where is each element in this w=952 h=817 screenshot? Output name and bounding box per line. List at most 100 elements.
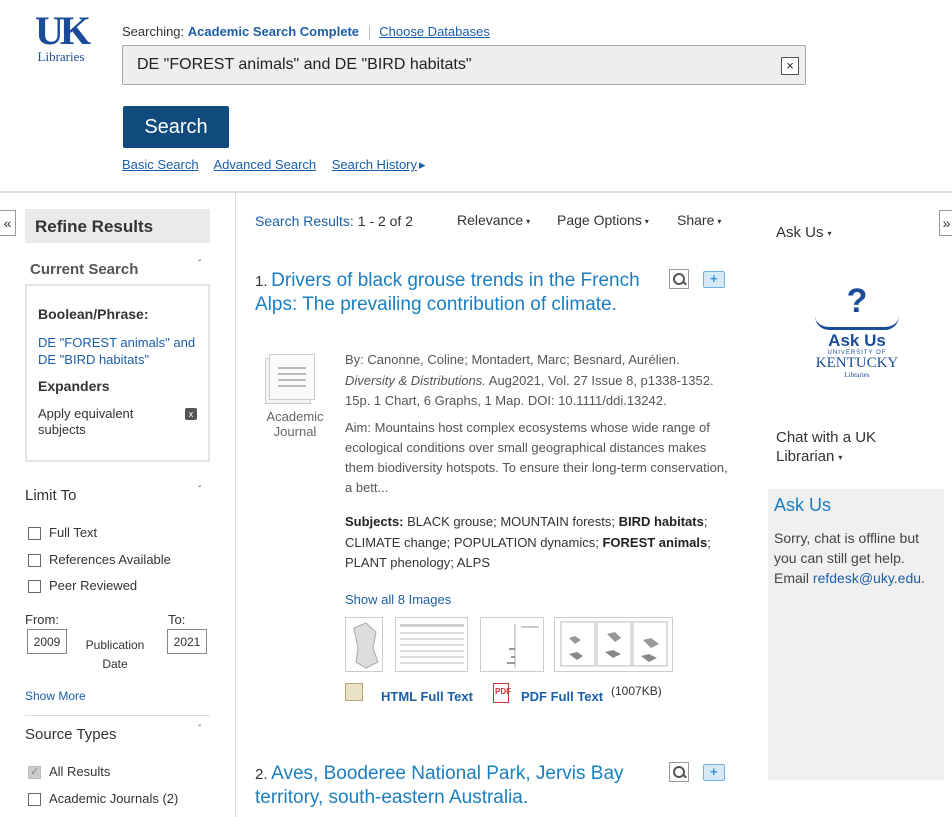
add-to-folder-icon[interactable]: +: [703, 764, 725, 781]
result-title-link[interactable]: Drivers of black grouse trends in the Fr…: [255, 270, 640, 315]
academic-journals-checkbox[interactable]: [28, 793, 41, 807]
search-history-arrow-icon: ▸: [419, 157, 426, 172]
expander-label: Apply equivalent subjects: [38, 406, 134, 437]
add-to-folder-icon[interactable]: +: [703, 271, 725, 288]
result-item: 1. Drivers of black grouse trends in the…: [255, 269, 733, 317]
logo-libraries-text: Libraries: [37, 49, 85, 64]
logo-libraries-text: Libraries: [844, 371, 870, 379]
relevance-dropdown[interactable]: Relevance ▾: [457, 212, 530, 228]
search-history-label: Search History: [331, 157, 417, 172]
preview-icon[interactable]: [669, 269, 689, 289]
full-text-label: Full Text: [49, 525, 98, 540]
ask-us-label: Ask Us: [776, 224, 824, 241]
remove-expander-icon[interactable]: x: [185, 408, 197, 420]
chat-librarian-dropdown[interactable]: Chat with a UK Librarian ▾: [776, 428, 906, 467]
header: UK Libraries Searching: Academic Search …: [0, 0, 952, 193]
expanders-title: Expanders: [38, 378, 110, 394]
all-results-label: All Results: [49, 764, 111, 779]
share-label: Share: [677, 212, 715, 228]
limit-references-available[interactable]: References Available: [28, 552, 171, 568]
search-input[interactable]: [137, 46, 777, 84]
html-full-text-link[interactable]: HTML Full Text: [381, 689, 473, 704]
relevance-label: Relevance: [457, 212, 524, 228]
question-mark-icon: ?: [846, 282, 868, 320]
page-options-label: Page Options: [557, 212, 642, 228]
result-journal[interactable]: Diversity & Distributions.: [345, 373, 486, 388]
refine-results-panel: Refine Results Current Search ˇ Boolean/…: [0, 193, 236, 817]
result-subjects: Subjects: BLACK grouse; MOUNTAIN forests…: [345, 512, 733, 574]
advanced-search-link[interactable]: Advanced Search: [214, 157, 317, 172]
results-list: Search Results: 1 - 2 of 2 Relevance ▾ Pa…: [237, 193, 751, 817]
chevron-down-icon: ▾: [717, 216, 722, 226]
share-dropdown[interactable]: Share ▾: [677, 212, 721, 228]
pdf-full-text-link[interactable]: PDF Full Text: [521, 689, 603, 704]
chevron-down-icon: ▾: [838, 452, 843, 462]
searching-line: Searching: Academic Search Complete Choo…: [122, 24, 490, 40]
source-all-results[interactable]: All Results: [28, 764, 111, 780]
pdf-icon[interactable]: PDF: [493, 683, 511, 703]
current-search-title[interactable]: Current Search: [30, 261, 138, 278]
page-options-dropdown[interactable]: Page Options ▾: [557, 212, 649, 228]
academic-journals-label: Academic Journals (2): [49, 791, 179, 806]
chat-offline-message: Sorry, chat is offline but you can still…: [774, 528, 938, 588]
results-label: Search Results:: [255, 213, 354, 229]
source-types-caret-icon[interactable]: ˇ: [198, 724, 201, 735]
limit-to-caret-icon[interactable]: ˇ: [198, 485, 201, 496]
boolean-phrase-title: Boolean/Phrase:: [38, 306, 149, 322]
ask-us-logo[interactable]: ? Ask Us UNIVERSITY OF KENTUCKY Librarie…: [811, 282, 903, 382]
results-summary: Search Results: 1 - 2 of 2: [255, 213, 413, 229]
source-academic-journals[interactable]: Academic Journals (2): [28, 791, 179, 807]
result-title-link[interactable]: Aves, Booderee National Park, Jervis Bay…: [255, 763, 624, 808]
all-results-checkbox[interactable]: [28, 765, 41, 780]
source-types-title[interactable]: Source Types: [25, 726, 116, 743]
to-year-input[interactable]: [167, 629, 207, 654]
search-button[interactable]: Search: [123, 106, 229, 148]
choose-databases-link[interactable]: Choose Databases: [379, 24, 490, 39]
chat-librarian-label: Chat with a UK Librarian: [776, 429, 877, 465]
preview-icon[interactable]: [669, 762, 689, 782]
result-number: 1.: [255, 273, 268, 290]
image-thumbnail[interactable]: [345, 617, 383, 672]
current-search-caret-icon[interactable]: ˇ: [198, 259, 201, 270]
result-item: 2. Aves, Booderee National Park, Jervis …: [255, 762, 733, 810]
show-all-images-link[interactable]: Show all 8 Images: [345, 592, 451, 607]
boolean-phrase-query[interactable]: DE "FOREST animals" and DE "BIRD habitat…: [38, 334, 197, 368]
refine-results-title: Refine Results: [25, 209, 210, 243]
image-thumbnail[interactable]: [554, 617, 673, 672]
collapse-right-panel-button[interactable]: »: [939, 210, 952, 236]
subjects-label: Subjects:: [345, 514, 404, 529]
basic-search-link[interactable]: Basic Search: [122, 157, 199, 172]
result-citation: By: Canonne, Coline; Montadert, Marc; Be…: [345, 350, 733, 412]
html-full-text-icon[interactable]: [345, 683, 363, 701]
logo-kentucky-text: KENTUCKY: [815, 355, 899, 371]
limit-full-text[interactable]: Full Text: [28, 525, 98, 541]
limit-peer-reviewed[interactable]: Peer Reviewed: [28, 578, 137, 594]
clear-search-button[interactable]: ×: [781, 57, 799, 75]
current-search-box: Boolean/Phrase: DE "FOREST animals" and …: [25, 284, 210, 462]
separator: [368, 25, 370, 40]
from-year-input[interactable]: [27, 629, 67, 654]
divider: [25, 715, 210, 716]
uk-libraries-logo[interactable]: UK Libraries: [30, 8, 92, 68]
subjects-text-1: BLACK grouse; MOUNTAIN forests;: [407, 514, 615, 529]
chevron-down-icon: ▾: [644, 216, 649, 226]
logo-uk-text: UK: [35, 8, 91, 53]
full-text-checkbox[interactable]: [28, 527, 41, 541]
ask-us-dropdown[interactable]: Ask Us ▾: [776, 223, 832, 243]
subjects-highlight-1: BIRD habitats: [618, 514, 704, 529]
limit-to-title[interactable]: Limit To: [25, 487, 76, 504]
publication-date-label: Publication Date: [85, 638, 145, 671]
subjects-highlight-2: FOREST animals: [602, 534, 708, 550]
refdesk-email-link[interactable]: refdesk@uky.edu: [813, 570, 921, 586]
peer-reviewed-checkbox[interactable]: [28, 580, 41, 594]
references-available-checkbox[interactable]: [28, 554, 41, 568]
search-history-link[interactable]: Search History: [332, 157, 417, 172]
show-more-link[interactable]: Show More: [25, 689, 86, 703]
chat-message-end: .: [921, 570, 925, 586]
image-thumbnail[interactable]: [480, 617, 544, 672]
academic-journal-icon: [265, 354, 319, 406]
result-abstract: Aim: Mountains host complex ecosystems w…: [345, 420, 728, 495]
result-title-block: 2. Aves, Booderee National Park, Jervis …: [255, 762, 645, 810]
image-thumbnail[interactable]: [395, 617, 468, 672]
collapse-left-panel-button[interactable]: «: [0, 210, 16, 236]
